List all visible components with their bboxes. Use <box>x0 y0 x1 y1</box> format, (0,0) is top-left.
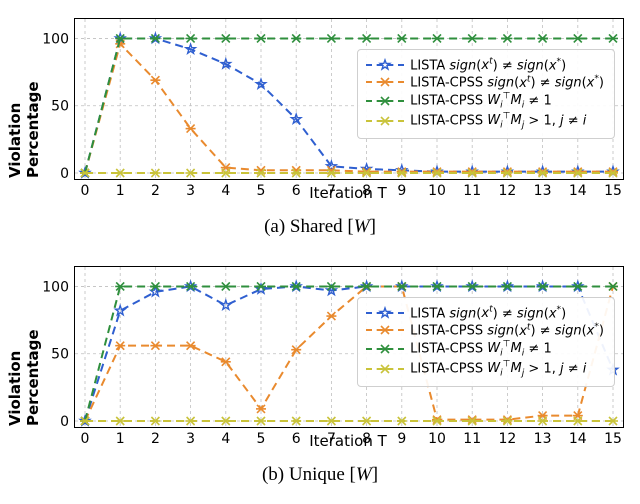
svg-text:100: 100 <box>42 31 69 47</box>
y-axis-title: Violation Percentage <box>14 266 34 426</box>
legend-label: LISTA-CPSS sign(xt) ≠ sign(x*) <box>410 74 604 90</box>
legend-entry: LISTA-CPSS Wi⊤Mi ≠ 1 <box>366 92 604 111</box>
svg-text:50: 50 <box>51 99 69 115</box>
x-axis-title: Iteration T <box>74 184 622 202</box>
legend-entry: LISTA-CPSS sign(xt) ≠ sign(x*) <box>366 322 604 338</box>
legend-label: LISTA sign(xt) ≠ sign(x*) <box>410 57 566 73</box>
svg-text:0: 0 <box>60 166 69 182</box>
legend-label: LISTA-CPSS Wi⊤Mj > 1, j ≠ i <box>410 112 586 131</box>
legend-label: LISTA-CPSS Wi⊤Mj > 1, j ≠ i <box>410 360 586 379</box>
legend-label: LISTA-CPSS sign(xt) ≠ sign(x*) <box>410 322 604 338</box>
figure: { "chart_data": [ { "id": "a", "type": "… <box>0 0 640 504</box>
legend-entry: LISTA-CPSS sign(xt) ≠ sign(x*) <box>366 74 604 90</box>
svg-text:100: 100 <box>42 279 69 295</box>
plot-area-b: 0501000123456789101112131415 LISTA sign(… <box>74 266 624 428</box>
legend-a: LISTA sign(xt) ≠ sign(x*)LISTA-CPSS sign… <box>357 49 615 139</box>
chart-panel-a: Violation Percentage 0501000123456789101… <box>0 8 640 228</box>
caption-a: (a) Shared [W] <box>0 216 640 238</box>
legend-label: LISTA-CPSS Wi⊤Mi ≠ 1 <box>410 92 552 111</box>
svg-text:0: 0 <box>60 414 69 430</box>
legend-entry: LISTA sign(xt) ≠ sign(x*) <box>366 57 604 73</box>
legend-label: LISTA-CPSS Wi⊤Mi ≠ 1 <box>410 340 552 359</box>
legend-entry: LISTA-CPSS Wi⊤Mj > 1, j ≠ i <box>366 360 604 379</box>
legend-label: LISTA sign(xt) ≠ sign(x*) <box>410 305 566 321</box>
legend-b: LISTA sign(xt) ≠ sign(x*)LISTA-CPSS sign… <box>357 297 615 387</box>
chart-panel-b: Violation Percentage 0501000123456789101… <box>0 256 640 476</box>
y-axis-title: Violation Percentage <box>14 18 34 178</box>
legend-entry: LISTA sign(xt) ≠ sign(x*) <box>366 305 604 321</box>
legend-entry: LISTA-CPSS Wi⊤Mi ≠ 1 <box>366 340 604 359</box>
caption-b: (b) Unique [W] <box>0 464 640 486</box>
svg-text:50: 50 <box>51 347 69 363</box>
legend-entry: LISTA-CPSS Wi⊤Mj > 1, j ≠ i <box>366 112 604 131</box>
plot-area-a: 0501000123456789101112131415 LISTA sign(… <box>74 18 624 180</box>
x-axis-title: Iteration T <box>74 432 622 450</box>
